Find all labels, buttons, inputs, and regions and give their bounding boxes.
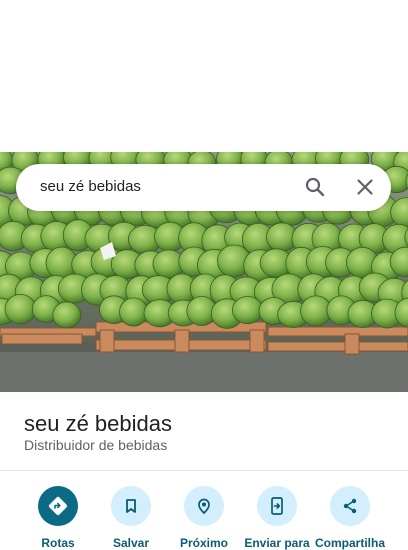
send-to-phone-label: Enviar para — [240, 536, 314, 550]
bookmark-icon — [111, 486, 151, 526]
nearby-icon — [184, 486, 224, 526]
send-to-phone-icon — [257, 486, 297, 526]
search-input[interactable]: seu zé bebidas — [40, 178, 141, 195]
search-bar[interactable]: seu zé bebidas — [16, 164, 391, 211]
coconut — [232, 297, 263, 324]
directions-label: Rotas — [21, 536, 95, 550]
action-bar: Rotas Salvar Próximo Enviar para — [0, 486, 408, 544]
top-blank-area — [0, 0, 408, 152]
directions-icon — [38, 486, 78, 526]
place-category: Distribuidor de bebidas — [24, 437, 167, 453]
save-button[interactable]: Salvar — [94, 486, 168, 550]
send-to-phone-button[interactable]: Enviar para — [240, 486, 314, 550]
coconut — [120, 298, 148, 326]
coconut — [53, 302, 81, 328]
share-button[interactable]: Compartilha — [313, 486, 387, 550]
share-label: Compartilha — [313, 536, 387, 550]
nearby-label: Próximo — [167, 536, 241, 550]
divider — [0, 470, 408, 471]
directions-button[interactable]: Rotas — [21, 486, 95, 550]
close-icon[interactable] — [353, 175, 377, 199]
save-label: Salvar — [94, 536, 168, 550]
place-name: seu zé bebidas — [24, 411, 172, 437]
coconut — [5, 294, 36, 323]
search-icon[interactable] — [303, 175, 327, 199]
share-icon — [330, 486, 370, 526]
nearby-button[interactable]: Próximo — [167, 486, 241, 550]
